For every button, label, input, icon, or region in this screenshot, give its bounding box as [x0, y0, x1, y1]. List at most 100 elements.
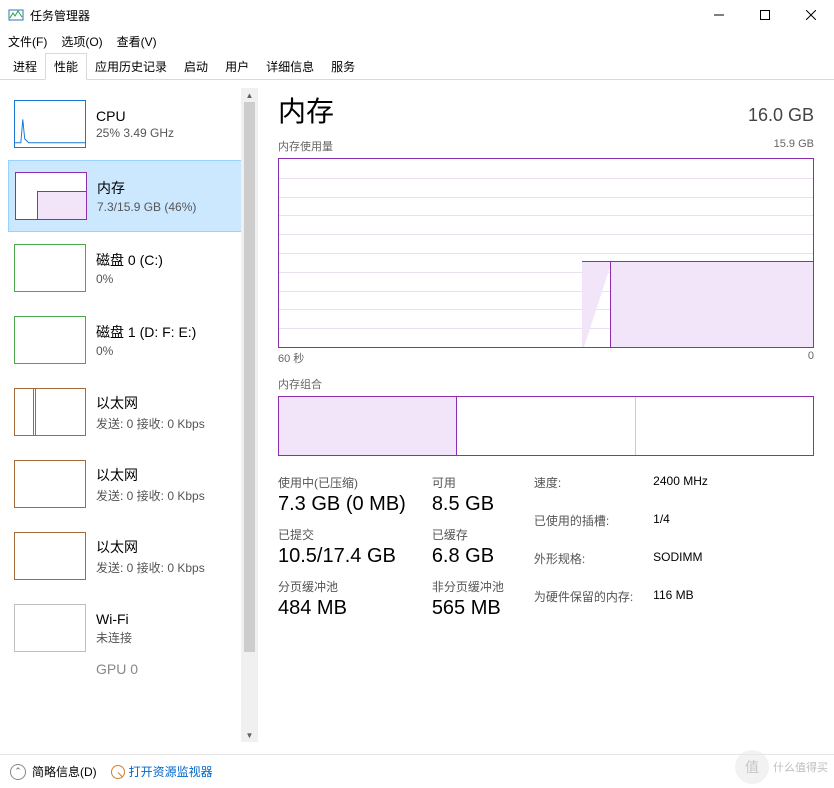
usage-chart-label: 内存使用量	[278, 138, 333, 154]
spec-reserved-val: 116 MB	[653, 588, 708, 620]
sidebar-item-gpu[interactable]: GPU 0	[8, 664, 258, 684]
main-area: CPU 25% 3.49 GHz 内存 7.3/15.9 GB (46%) 磁盘…	[0, 80, 834, 750]
memory-thumb-icon	[15, 172, 87, 220]
sidebar-item-sub: 发送: 0 接收: 0 Kbps	[96, 487, 205, 504]
resource-monitor-icon	[111, 765, 125, 779]
chevron-up-icon: ⌃	[10, 764, 26, 780]
ethernet-thumb-icon	[14, 388, 86, 436]
sidebar-item-cpu[interactable]: CPU 25% 3.49 GHz	[8, 88, 258, 160]
sidebar-item-wifi[interactable]: Wi-Fi 未连接	[8, 592, 258, 664]
tab-performance[interactable]: 性能	[45, 53, 87, 80]
stat-in-use-value: 7.3 GB (0 MB)	[278, 493, 406, 516]
sidebar-item-ethernet-1[interactable]: 以太网 发送: 0 接收: 0 Kbps	[8, 448, 258, 520]
sidebar-item-sub: 未连接	[96, 629, 132, 646]
details-pane: 内存 16.0 GB 内存使用量 15.9 GB 60 秒 0 内存组合	[258, 80, 834, 750]
sidebar-item-label: 磁盘 0 (C:)	[96, 250, 163, 270]
scroll-thumb[interactable]	[244, 102, 255, 652]
tab-startup[interactable]: 启动	[175, 53, 217, 80]
sidebar-item-sub: 25% 3.49 GHz	[96, 126, 174, 140]
close-button[interactable]	[788, 0, 834, 30]
sidebar-item-sub: 发送: 0 接收: 0 Kbps	[96, 415, 205, 432]
spec-speed-val: 2400 MHz	[653, 474, 708, 506]
memory-slot	[457, 397, 635, 455]
stat-in-use-label: 使用中(已压缩)	[278, 474, 406, 491]
scroll-up-icon[interactable]: ▲	[241, 88, 258, 102]
sidebar-item-memory[interactable]: 内存 7.3/15.9 GB (46%)	[8, 160, 258, 232]
spec-speed-key: 速度:	[534, 474, 633, 506]
open-resource-monitor-link[interactable]: 打开资源监视器	[111, 763, 213, 780]
tab-app-history[interactable]: 应用历史记录	[86, 53, 176, 80]
slots-label: 内存组合	[278, 376, 814, 392]
stat-available-value: 8.5 GB	[432, 493, 504, 516]
xaxis-right: 0	[808, 350, 814, 366]
stat-nonpaged-label: 非分页缓冲池	[432, 578, 504, 595]
sidebar: CPU 25% 3.49 GHz 内存 7.3/15.9 GB (46%) 磁盘…	[0, 80, 258, 750]
disk-thumb-icon	[14, 244, 86, 292]
menu-file[interactable]: 文件(F)	[8, 33, 47, 50]
stat-cached-label: 已缓存	[432, 526, 504, 543]
window-controls	[696, 0, 834, 30]
scroll-down-icon[interactable]: ▼	[241, 728, 258, 742]
usage-chart-max: 15.9 GB	[774, 138, 814, 154]
sidebar-item-sub: 发送: 0 接收: 0 Kbps	[96, 559, 205, 576]
stat-cached-value: 6.8 GB	[432, 545, 504, 568]
ethernet-thumb-icon	[14, 460, 86, 508]
details-total: 16.0 GB	[748, 105, 814, 126]
stat-paged-label: 分页缓冲池	[278, 578, 406, 595]
sidebar-item-label: 以太网	[96, 537, 205, 557]
sidebar-item-sub: 0%	[96, 344, 196, 358]
stat-paged-value: 484 MB	[278, 597, 406, 620]
sidebar-item-sub: 0%	[96, 272, 163, 286]
sidebar-item-label: CPU	[96, 108, 174, 124]
memory-slot	[279, 397, 457, 455]
cpu-thumb-icon	[14, 100, 86, 148]
sidebar-item-sub: 7.3/15.9 GB (46%)	[97, 200, 196, 214]
memory-slot	[636, 397, 813, 455]
maximize-button[interactable]	[742, 0, 788, 30]
window-title: 任务管理器	[30, 7, 90, 24]
xaxis-left: 60 秒	[278, 350, 304, 366]
disk-thumb-icon	[14, 316, 86, 364]
fewer-details-label: 简略信息(D)	[32, 763, 97, 780]
tab-strip: 进程 性能 应用历史记录 启动 用户 详细信息 服务	[0, 56, 834, 80]
sidebar-item-label: GPU 0	[96, 664, 138, 677]
resource-monitor-label: 打开资源监视器	[129, 763, 213, 780]
menu-bar: 文件(F) 选项(O) 查看(V)	[0, 30, 834, 52]
tab-services[interactable]: 服务	[322, 53, 364, 80]
app-icon	[8, 7, 24, 23]
fewer-details-button[interactable]: ⌃ 简略信息(D)	[10, 763, 97, 780]
stats-section: 使用中(已压缩) 7.3 GB (0 MB) 可用 8.5 GB 已提交 10.…	[278, 474, 814, 620]
ethernet-thumb-icon	[14, 532, 86, 580]
memory-usage-chart[interactable]	[278, 158, 814, 348]
spec-slots-val: 1/4	[653, 512, 708, 544]
sidebar-item-ethernet-0[interactable]: 以太网 发送: 0 接收: 0 Kbps	[8, 376, 258, 448]
sidebar-item-label: 以太网	[96, 465, 205, 485]
wifi-thumb-icon	[14, 604, 86, 652]
stat-committed-label: 已提交	[278, 526, 406, 543]
memory-slots-chart[interactable]	[278, 396, 814, 456]
stat-committed-value: 10.5/17.4 GB	[278, 545, 406, 568]
tab-users[interactable]: 用户	[216, 53, 258, 80]
sidebar-item-label: 磁盘 1 (D: F: E:)	[96, 322, 196, 342]
sidebar-item-label: 以太网	[96, 393, 205, 413]
sidebar-item-disk1[interactable]: 磁盘 1 (D: F: E:) 0%	[8, 304, 258, 376]
sidebar-item-disk0[interactable]: 磁盘 0 (C:) 0%	[8, 232, 258, 304]
details-title: 内存	[278, 90, 334, 130]
title-bar: 任务管理器	[0, 0, 834, 30]
stat-available-label: 可用	[432, 474, 504, 491]
menu-view[interactable]: 查看(V)	[117, 33, 157, 50]
stat-nonpaged-value: 565 MB	[432, 597, 504, 620]
footer: ⌃ 简略信息(D) 打开资源监视器	[0, 754, 834, 788]
sidebar-scrollbar[interactable]: ▲ ▼	[241, 88, 258, 742]
tab-details[interactable]: 详细信息	[257, 53, 323, 80]
gpu-thumb-icon	[14, 664, 86, 675]
menu-options[interactable]: 选项(O)	[61, 33, 102, 50]
tab-processes[interactable]: 进程	[4, 53, 46, 80]
spec-slots-key: 已使用的插槽:	[534, 512, 633, 544]
sidebar-item-label: Wi-Fi	[96, 611, 132, 627]
spec-form-key: 外形规格:	[534, 550, 633, 582]
minimize-button[interactable]	[696, 0, 742, 30]
sidebar-item-ethernet-2[interactable]: 以太网 发送: 0 接收: 0 Kbps	[8, 520, 258, 592]
sidebar-item-label: 内存	[97, 178, 196, 198]
spec-form-val: SODIMM	[653, 550, 708, 582]
